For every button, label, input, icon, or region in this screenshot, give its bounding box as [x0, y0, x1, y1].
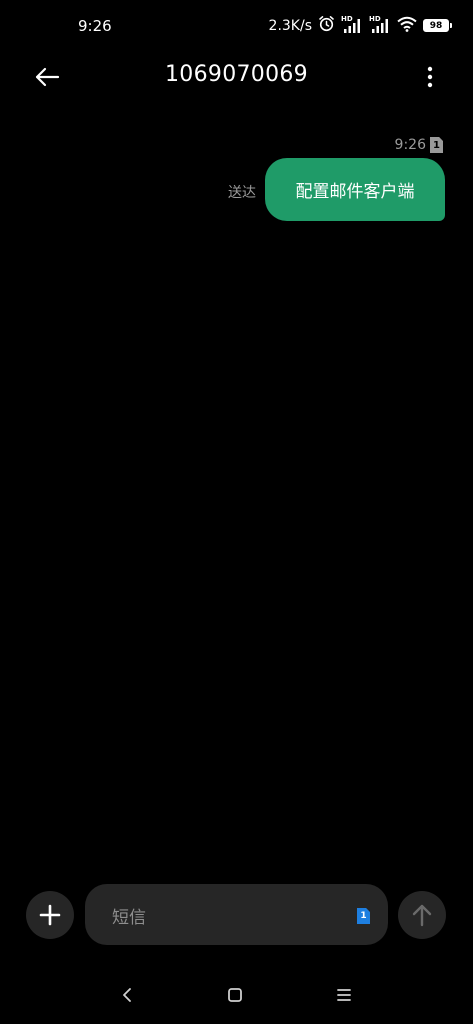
chevron-left-icon [123, 988, 131, 1002]
message-time: 9:26 [394, 137, 426, 153]
network-speed: 2.3K/s [268, 17, 312, 34]
arrow-up-icon [412, 904, 432, 927]
status-bar: 9:26 2.3K/s HD HD 98 [0, 0, 473, 54]
contact-title: 1069070069 [165, 62, 308, 87]
system-navigation-bar [0, 975, 473, 1015]
delivery-status: 送达 [228, 185, 256, 201]
menu-icon [337, 989, 351, 1001]
alarm-icon [318, 15, 335, 36]
sim-select-icon[interactable]: 1 [357, 908, 370, 924]
battery-indicator: 98 [423, 19, 452, 32]
message-meta: 9:26 1 [395, 137, 443, 153]
signal-icon: HD [341, 15, 363, 35]
send-button[interactable] [398, 891, 446, 939]
status-icons: 2.3K/s HD HD 98 [268, 15, 452, 36]
conversation-header: 1069070069 [0, 54, 473, 98]
square-icon [228, 988, 242, 1002]
plus-icon [39, 904, 61, 926]
more-options-button[interactable] [415, 60, 445, 94]
nav-menu-button[interactable] [332, 983, 356, 1007]
message-composer: 短信 1 [0, 884, 473, 946]
message-input[interactable]: 短信 1 [85, 884, 388, 945]
nav-home-button[interactable] [223, 983, 247, 1007]
wifi-icon [397, 16, 417, 36]
status-time: 9:26 [78, 17, 112, 35]
message-input-placeholder: 短信 [112, 908, 146, 928]
add-attachment-button[interactable] [26, 891, 74, 939]
message-bubble[interactable]: 配置邮件客户端 [265, 158, 445, 221]
signal-icon-2: HD [369, 15, 391, 35]
message-text: 配置邮件客户端 [295, 182, 415, 202]
sim-card-icon: 1 [430, 137, 443, 153]
nav-back-button[interactable] [115, 983, 139, 1007]
more-vertical-icon [427, 66, 433, 88]
